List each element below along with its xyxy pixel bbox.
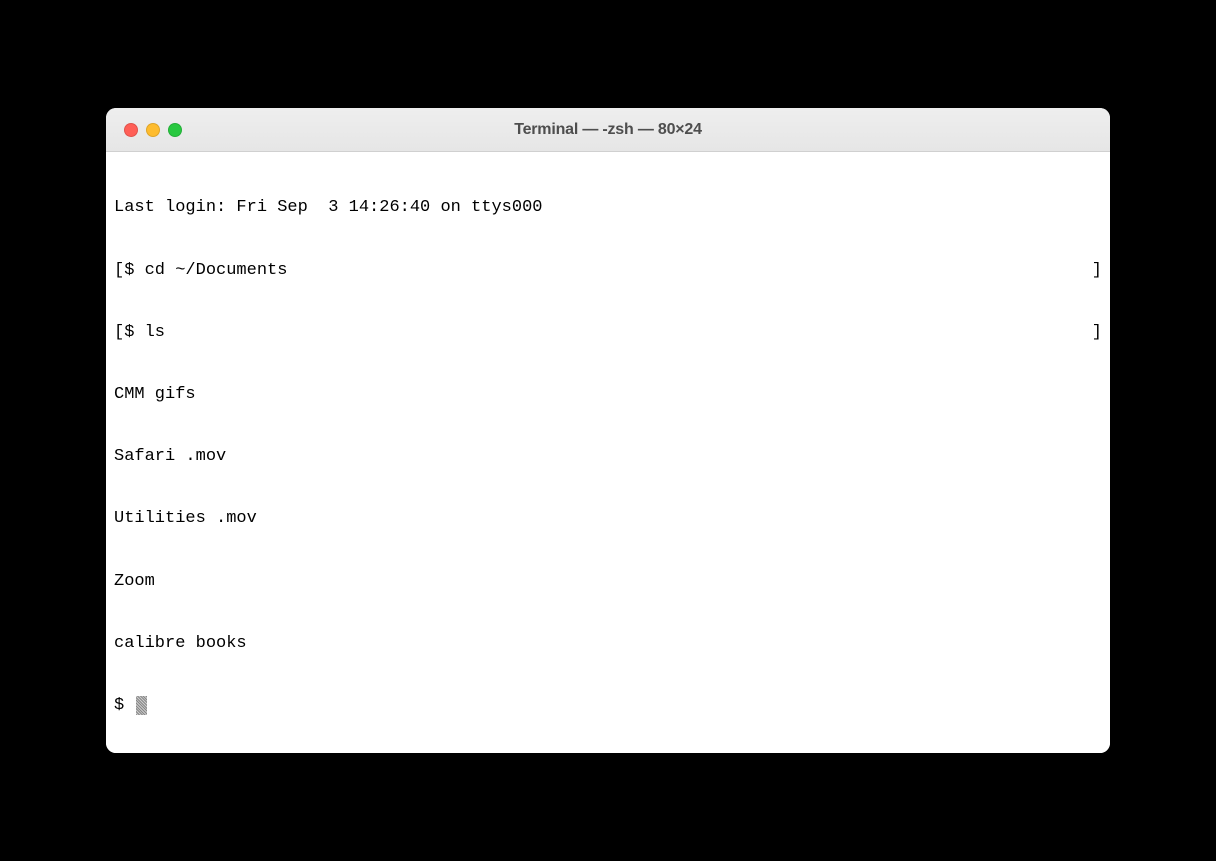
ls-output-line: calibre books [114, 634, 1102, 655]
traffic-lights [106, 123, 182, 137]
ls-output-line: Zoom [114, 572, 1102, 593]
ls-output-line: CMM gifs [114, 385, 1102, 406]
command-line-ls: [$ ls] [114, 323, 1102, 344]
prompt: $ [124, 323, 144, 342]
terminal-body[interactable]: Last login: Fri Sep 3 14:26:40 on ttys00… [106, 152, 1110, 753]
ls-output-line: Safari .mov [114, 447, 1102, 468]
bracket-close: ] [1092, 261, 1102, 282]
minimize-button[interactable] [146, 123, 160, 137]
prompt: $ [114, 696, 134, 715]
prompt: $ [124, 261, 144, 280]
cd-command: cd ~/Documents [145, 261, 288, 280]
window-title: Terminal — -zsh — 80×24 [106, 121, 1110, 139]
prompt-line: $ [114, 696, 1102, 717]
command-line-cd: [$ cd ~/Documents] [114, 261, 1102, 282]
zoom-button[interactable] [168, 123, 182, 137]
terminal-window: Terminal — -zsh — 80×24 Last login: Fri … [106, 108, 1110, 753]
bracket-open: [ [114, 261, 124, 280]
close-button[interactable] [124, 123, 138, 137]
ls-output-line: Utilities .mov [114, 509, 1102, 530]
cursor-icon [136, 696, 147, 715]
last-login-line: Last login: Fri Sep 3 14:26:40 on ttys00… [114, 198, 1102, 219]
bracket-open: [ [114, 323, 124, 342]
ls-command: ls [145, 323, 165, 342]
bracket-close: ] [1092, 323, 1102, 344]
title-bar[interactable]: Terminal — -zsh — 80×24 [106, 108, 1110, 152]
